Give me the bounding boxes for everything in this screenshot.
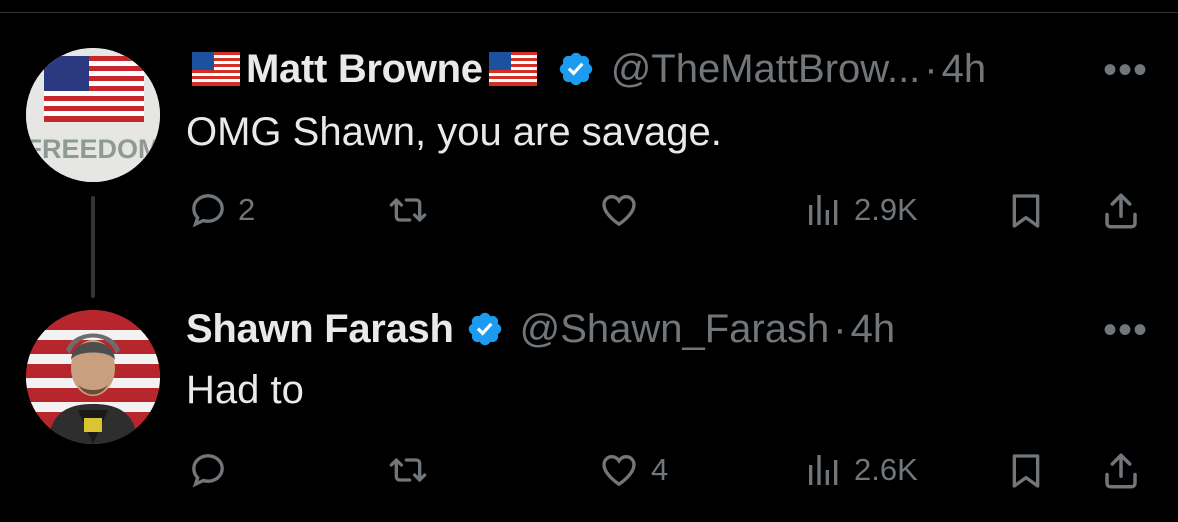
user-handle[interactable]: @Shawn_Farash bbox=[520, 307, 830, 352]
flag-icon bbox=[488, 52, 537, 86]
views-button[interactable]: 2.6K bbox=[804, 450, 918, 490]
action-bar: 4 2.6K bbox=[0, 440, 1178, 500]
more-icon[interactable]: ••• bbox=[1103, 48, 1148, 93]
tweet-header: Matt Browne @TheMattBrow... · 4h bbox=[186, 44, 986, 94]
like-button[interactable]: 4 bbox=[597, 450, 668, 490]
like-button[interactable] bbox=[597, 190, 641, 230]
bookmark-icon bbox=[1012, 194, 1040, 228]
views-count: 2.9K bbox=[854, 192, 918, 227]
timestamp[interactable]: 4h bbox=[851, 307, 896, 352]
like-count: 4 bbox=[651, 452, 669, 487]
timestamp[interactable]: 4h bbox=[942, 47, 987, 92]
views-icon bbox=[809, 195, 838, 225]
tweet-text: Had to bbox=[186, 368, 304, 412]
bookmark-button[interactable] bbox=[1006, 190, 1046, 232]
retweet-icon bbox=[389, 458, 427, 482]
retweet-icon bbox=[389, 198, 427, 222]
tweet-header: Shawn Farash @Shawn_Farash · 4h bbox=[186, 304, 895, 354]
action-bar: 2 2.9K bbox=[0, 180, 1178, 240]
more-icon[interactable]: ••• bbox=[1103, 308, 1148, 353]
top-divider bbox=[0, 12, 1178, 13]
reply-icon bbox=[192, 454, 224, 488]
like-icon bbox=[602, 194, 636, 227]
display-name[interactable]: Matt Browne bbox=[246, 47, 483, 92]
verified-badge-icon[interactable] bbox=[466, 310, 504, 348]
views-icon bbox=[809, 455, 838, 485]
share-button[interactable] bbox=[1100, 450, 1142, 492]
flag-icon bbox=[192, 52, 240, 86]
share-button[interactable] bbox=[1100, 190, 1142, 232]
share-icon bbox=[1105, 453, 1137, 489]
views-count: 2.6K bbox=[854, 452, 918, 487]
bookmark-button[interactable] bbox=[1006, 450, 1046, 492]
display-name[interactable]: Shawn Farash bbox=[186, 307, 454, 352]
retweet-button[interactable] bbox=[386, 190, 430, 230]
reply-button[interactable] bbox=[188, 450, 228, 490]
retweet-button[interactable] bbox=[386, 450, 430, 490]
reply-button[interactable]: 2 bbox=[188, 190, 255, 230]
like-icon bbox=[602, 454, 636, 487]
reply-icon bbox=[192, 194, 224, 228]
separator-dot: · bbox=[924, 46, 938, 91]
avatar-text: FREEDOM bbox=[26, 134, 160, 164]
user-handle[interactable]: @TheMattBrow... bbox=[611, 47, 921, 92]
bookmark-icon bbox=[1012, 454, 1040, 488]
share-icon bbox=[1105, 193, 1137, 229]
reply-count: 2 bbox=[238, 192, 256, 227]
views-button[interactable]: 2.9K bbox=[804, 190, 918, 230]
avatar[interactable]: FREEDOM bbox=[26, 48, 160, 182]
separator-dot: · bbox=[833, 306, 847, 351]
tweet-text: OMG Shawn, you are savage. bbox=[186, 110, 722, 154]
verified-badge-icon[interactable] bbox=[557, 50, 595, 88]
avatar[interactable] bbox=[26, 310, 160, 444]
